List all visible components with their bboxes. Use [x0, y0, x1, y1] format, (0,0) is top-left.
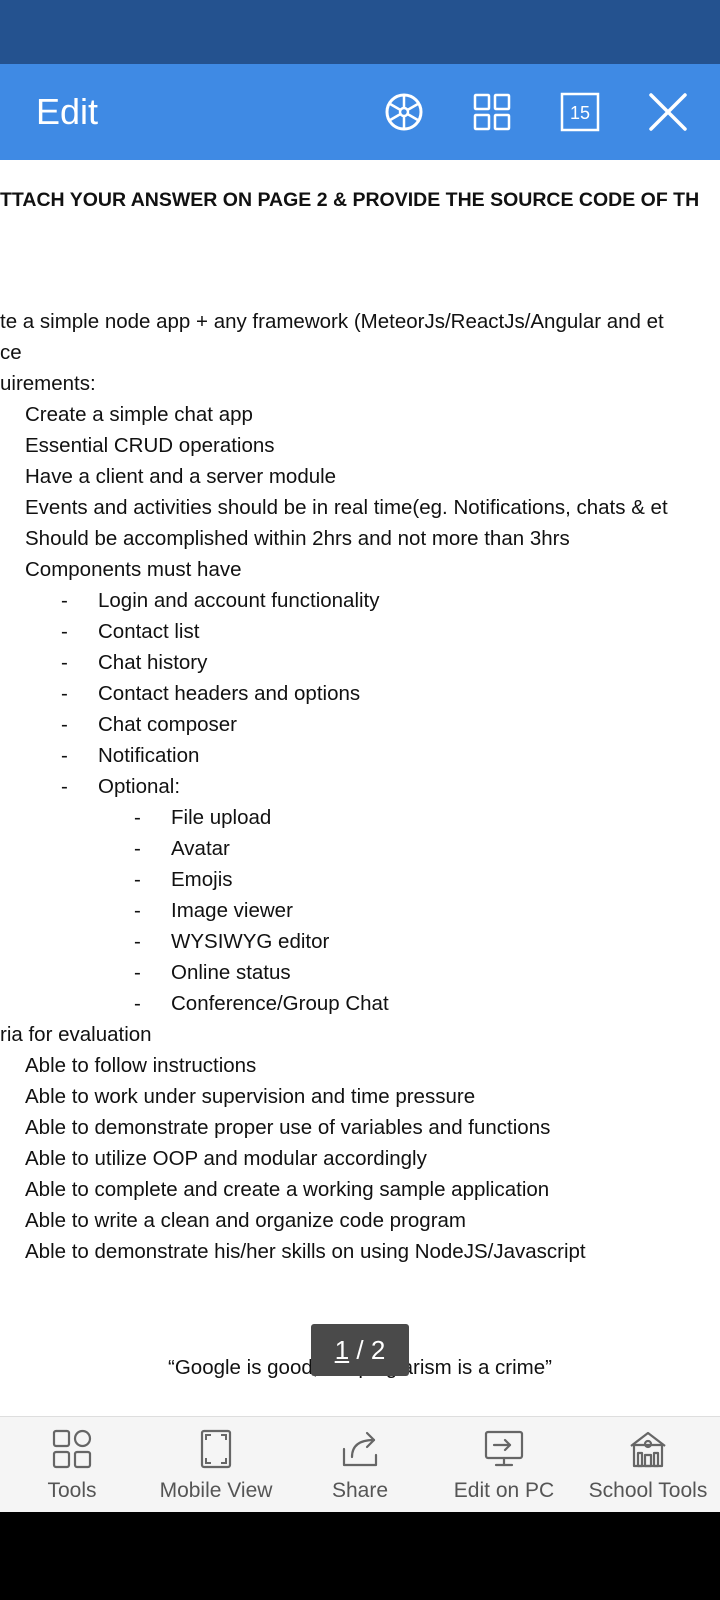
- tools-label: Tools: [47, 1479, 97, 1502]
- requirement-item: Create a simple chat app: [25, 403, 253, 426]
- page-count-icon: 15: [560, 92, 600, 132]
- grid-icon: [473, 93, 511, 131]
- document-view[interactable]: TTACH YOUR ANSWER ON PAGE 2 & PROVIDE TH…: [0, 160, 720, 1416]
- tools-button[interactable]: Tools: [0, 1417, 144, 1513]
- system-nav-bar: [0, 1512, 720, 1600]
- optional-item: Conference/Group Chat: [171, 992, 389, 1015]
- optional-item: Avatar: [171, 837, 230, 860]
- optional-item: WYSIWYG editor: [171, 930, 330, 953]
- bullet-dash: -: [134, 961, 141, 984]
- requirement-item: Components must have: [25, 558, 242, 581]
- component-item: Chat history: [98, 651, 208, 674]
- bullet-dash: -: [134, 837, 141, 860]
- criteria-item: Able to work under supervision and time …: [25, 1085, 476, 1108]
- component-item: Contact headers and options: [98, 682, 361, 705]
- close-icon: [649, 93, 687, 131]
- criteria-item: Able to utilize OOP and modular accordin…: [25, 1147, 427, 1170]
- school-tools-button[interactable]: School Tools: [576, 1417, 720, 1513]
- optional-item: Online status: [171, 961, 291, 984]
- mobile-view-icon: [200, 1429, 232, 1469]
- page-count-button[interactable]: 15: [558, 90, 602, 134]
- bullet-dash: -: [134, 868, 141, 891]
- criteria-item: Able to demonstrate proper use of variab…: [25, 1116, 551, 1139]
- share-icon: [342, 1431, 378, 1467]
- component-item: Login and account functionality: [98, 589, 380, 612]
- bottom-toolbar: Tools Mobile View Share Edit on PC Schoo…: [0, 1416, 720, 1512]
- doc-line: ce: [0, 341, 22, 364]
- edit-on-pc-icon: [484, 1430, 524, 1467]
- grid-view-button[interactable]: [470, 90, 514, 134]
- total-pages: 2: [370, 1334, 386, 1365]
- criteria-item: Able to complete and create a working sa…: [25, 1178, 550, 1201]
- page-separator: /: [349, 1334, 371, 1365]
- school-tools-icon: [630, 1431, 666, 1468]
- page-count-badge: 15: [570, 103, 590, 123]
- optional-item: Emojis: [171, 868, 233, 891]
- bullet-dash: -: [134, 899, 141, 922]
- wheel-button[interactable]: [382, 90, 426, 134]
- status-bar: [0, 0, 720, 64]
- bullet-dash: -: [134, 806, 141, 829]
- doc-line: ria for evaluation: [0, 1023, 152, 1046]
- optional-item: Image viewer: [171, 899, 293, 922]
- component-item: Optional:: [98, 775, 181, 798]
- bullet-dash: -: [61, 744, 68, 767]
- bullet-dash: -: [61, 589, 68, 612]
- bullet-dash: -: [134, 930, 141, 953]
- bullet-dash: -: [61, 651, 68, 674]
- wheel-icon: [385, 93, 423, 131]
- criteria-item: Able to write a clean and organize code …: [25, 1209, 467, 1232]
- doc-line: uirements:: [0, 372, 96, 395]
- requirement-item: Essential CRUD operations: [25, 434, 275, 457]
- bullet-dash: -: [61, 775, 68, 798]
- close-button[interactable]: [646, 90, 690, 134]
- component-item: Contact list: [98, 620, 200, 643]
- mobile-view-button[interactable]: Mobile View: [144, 1417, 288, 1513]
- optional-item: File upload: [171, 806, 272, 829]
- current-page: 1: [334, 1334, 350, 1365]
- bullet-dash: -: [61, 620, 68, 643]
- requirement-item: Events and activities should be in real …: [25, 496, 668, 519]
- criteria-item: Able to follow instructions: [25, 1054, 257, 1077]
- page-indicator[interactable]: 1 / 2: [311, 1324, 409, 1376]
- tools-icon: [52, 1429, 92, 1469]
- requirement-item: Have a client and a server module: [25, 465, 337, 488]
- criteria-item: Able to demonstrate his/her skills on us…: [25, 1240, 586, 1263]
- bullet-dash: -: [61, 682, 68, 705]
- edit-on-pc-label: Edit on PC: [453, 1479, 555, 1502]
- edit-on-pc-button[interactable]: Edit on PC: [432, 1417, 576, 1513]
- doc-line: te a simple node app + any framework (Me…: [0, 310, 664, 333]
- requirement-item: Should be accomplished within 2hrs and n…: [25, 527, 570, 550]
- school-tools-label: School Tools: [588, 1479, 708, 1502]
- mobile-view-label: Mobile View: [159, 1479, 273, 1502]
- doc-heading: TTACH YOUR ANSWER ON PAGE 2 & PROVIDE TH…: [0, 189, 700, 211]
- bullet-dash: -: [61, 713, 68, 736]
- component-item: Notification: [98, 744, 200, 767]
- app-bar: Edit 15: [0, 64, 720, 160]
- component-item: Chat composer: [98, 713, 238, 736]
- page-title: Edit: [36, 91, 99, 132]
- bullet-dash: -: [134, 992, 141, 1015]
- share-button[interactable]: Share: [288, 1417, 432, 1513]
- share-label: Share: [331, 1479, 389, 1502]
